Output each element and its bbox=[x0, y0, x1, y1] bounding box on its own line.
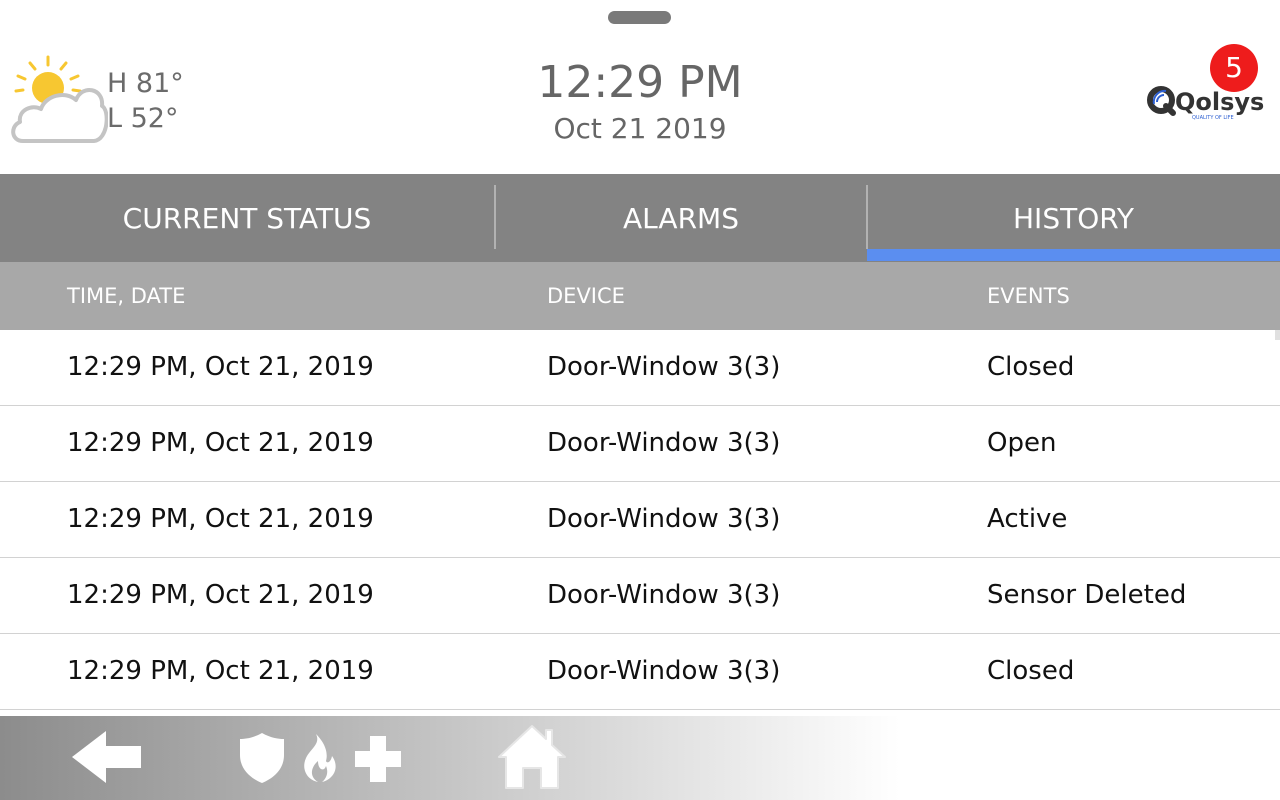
row-time: 12:29 PM, Oct 21, 2019 bbox=[67, 352, 374, 382]
row-event: Sensor Deleted bbox=[987, 580, 1187, 610]
header: H 81° L 52° 12:29 PM Oct 21 2019 Qolsys … bbox=[0, 0, 1280, 174]
row-time: 12:29 PM, Oct 21, 2019 bbox=[67, 580, 374, 610]
row-time: 12:29 PM, Oct 21, 2019 bbox=[67, 656, 374, 686]
row-device: Door-Window 3(3) bbox=[547, 428, 781, 458]
column-header-events: EVENTS bbox=[987, 284, 1070, 308]
tab-current-status[interactable]: CURRENT STATUS bbox=[0, 174, 494, 262]
home-icon[interactable] bbox=[497, 724, 567, 790]
scrollbar[interactable] bbox=[1275, 330, 1280, 340]
table-row: 12:29 PM, Oct 21, 2019 Door-Window 3(3) … bbox=[0, 634, 1280, 710]
logo-tagline: QUALITY OF LIFE bbox=[1192, 115, 1234, 121]
bottom-nav-bar bbox=[0, 716, 1280, 800]
table-row: 12:29 PM, Oct 21, 2019 Door-Window 3(3) … bbox=[0, 406, 1280, 482]
row-device: Door-Window 3(3) bbox=[547, 504, 781, 534]
row-time: 12:29 PM, Oct 21, 2019 bbox=[67, 504, 374, 534]
back-arrow-icon[interactable] bbox=[72, 731, 142, 783]
fire-icon[interactable] bbox=[298, 734, 338, 782]
table-row: 12:29 PM, Oct 21, 2019 Door-Window 3(3) … bbox=[0, 330, 1280, 406]
history-list[interactable]: 12:29 PM, Oct 21, 2019 Door-Window 3(3) … bbox=[0, 330, 1280, 710]
row-time: 12:29 PM, Oct 21, 2019 bbox=[67, 428, 374, 458]
row-event: Open bbox=[987, 428, 1057, 458]
notification-badge[interactable]: 5 bbox=[1210, 44, 1258, 92]
current-time: 12:29 PM bbox=[537, 57, 743, 108]
active-tab-indicator bbox=[867, 249, 1280, 261]
row-event: Closed bbox=[987, 656, 1075, 686]
column-header-device: DEVICE bbox=[547, 284, 625, 308]
tab-alarms[interactable]: ALARMS bbox=[496, 174, 866, 262]
current-date: Oct 21 2019 bbox=[553, 112, 727, 145]
column-header-time-date: TIME, DATE bbox=[67, 284, 186, 308]
table-row: 12:29 PM, Oct 21, 2019 Door-Window 3(3) … bbox=[0, 482, 1280, 558]
row-device: Door-Window 3(3) bbox=[547, 656, 781, 686]
logo-wordmark: Qolsys bbox=[1175, 88, 1264, 116]
row-event: Closed bbox=[987, 352, 1075, 382]
row-device: Door-Window 3(3) bbox=[547, 580, 781, 610]
medical-cross-icon[interactable] bbox=[355, 736, 401, 782]
table-row: 12:29 PM, Oct 21, 2019 Door-Window 3(3) … bbox=[0, 558, 1280, 634]
table-header: TIME, DATE DEVICE EVENTS bbox=[0, 262, 1280, 330]
shield-icon[interactable] bbox=[240, 733, 284, 783]
row-event: Active bbox=[987, 504, 1068, 534]
row-device: Door-Window 3(3) bbox=[547, 352, 781, 382]
